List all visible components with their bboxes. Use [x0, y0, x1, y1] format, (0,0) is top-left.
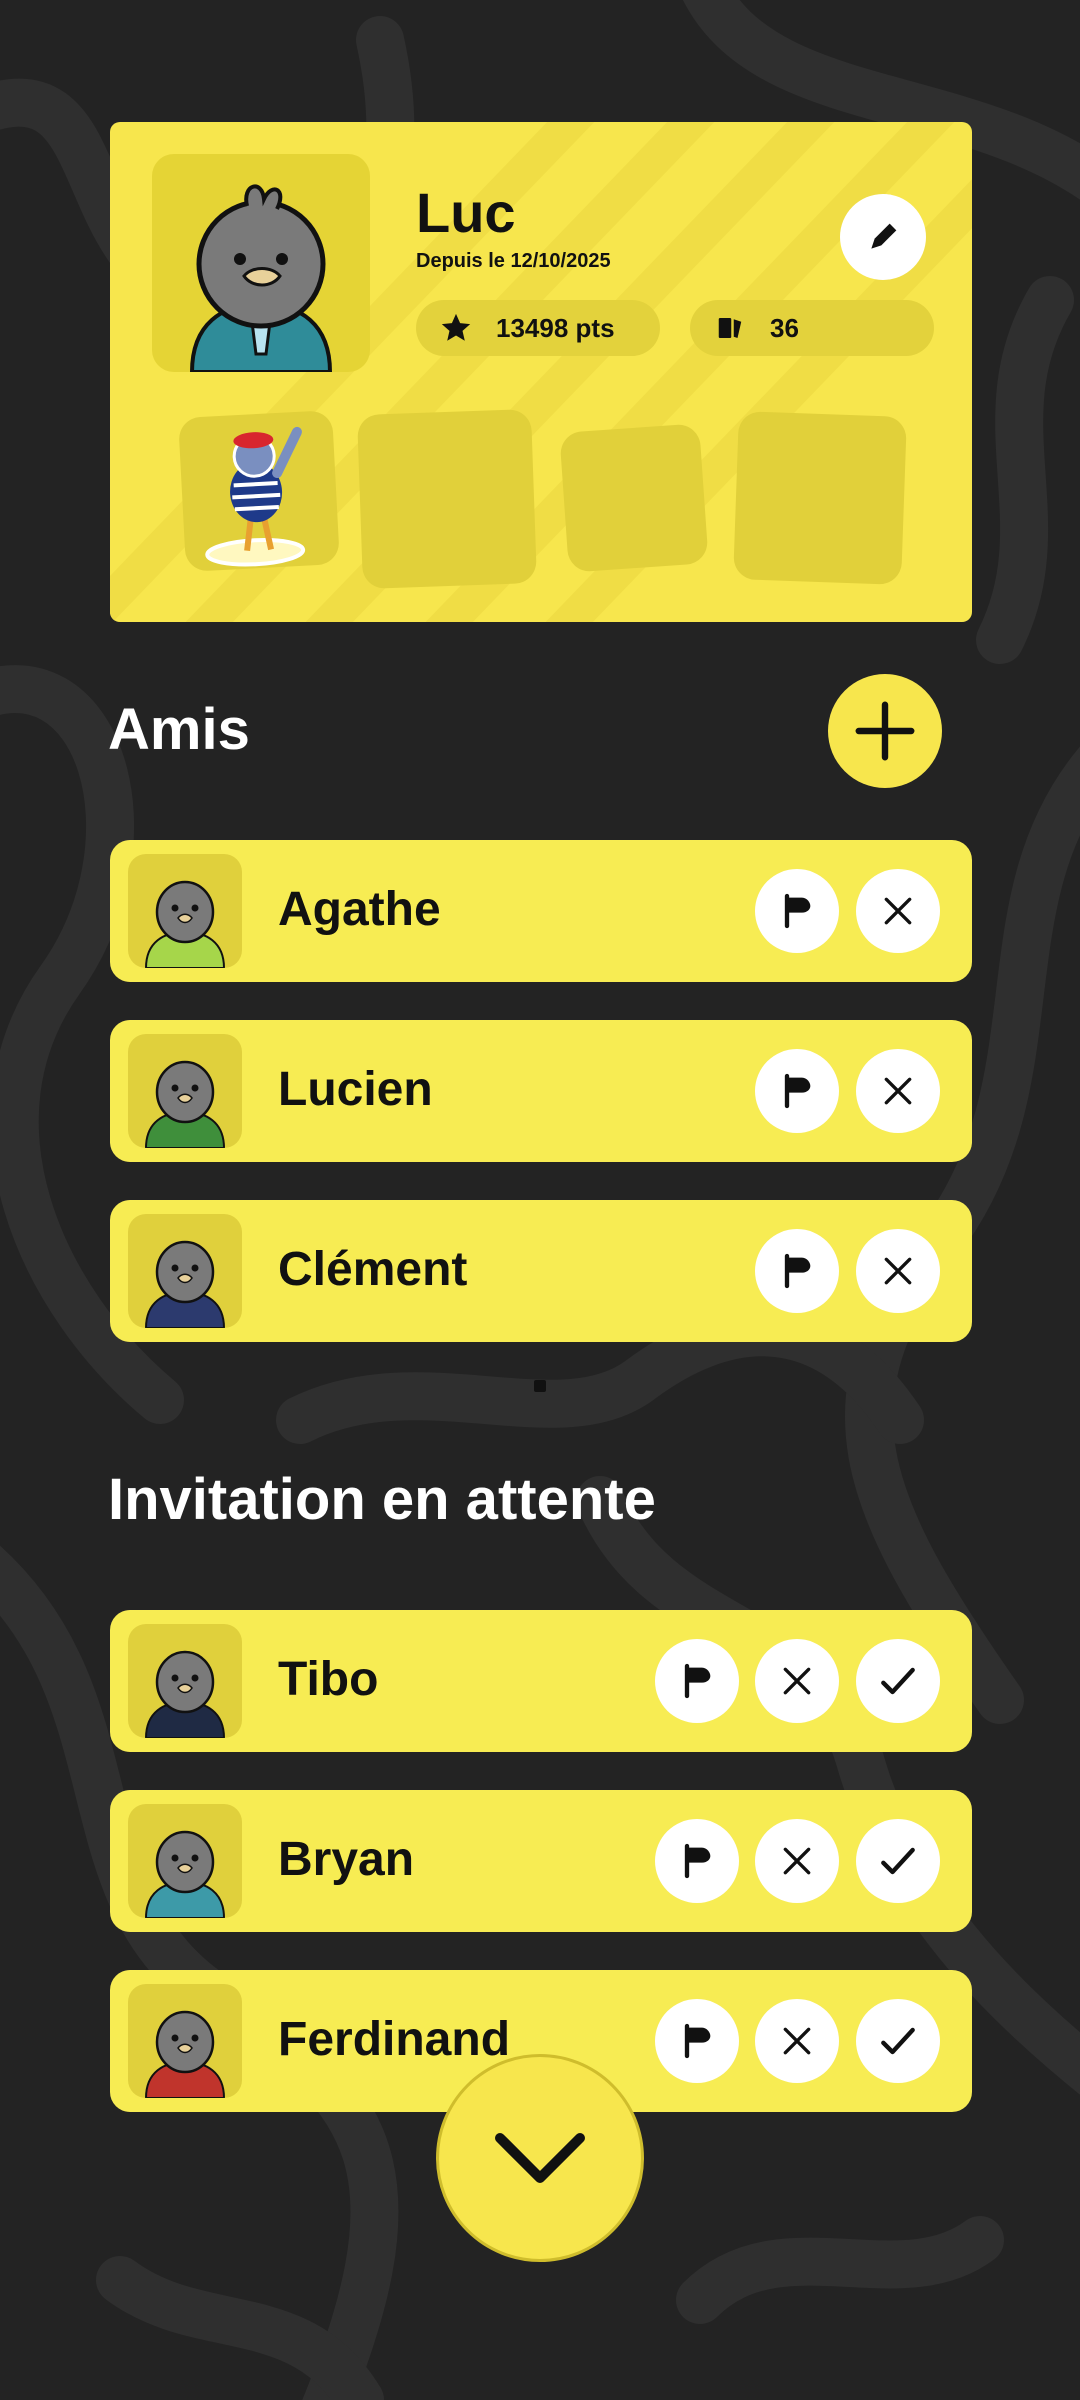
points-badge: 13498 pts	[416, 300, 660, 356]
avatar	[128, 1214, 242, 1328]
close-icon	[878, 1071, 918, 1111]
flag-icon	[777, 891, 817, 931]
flag-icon	[677, 1661, 717, 1701]
sailor-bird-sticker-icon	[205, 426, 306, 567]
avatar	[128, 1624, 242, 1738]
invitation-row[interactable]: Tibo	[110, 1610, 972, 1752]
cards-icon	[710, 308, 750, 348]
edit-profile-button[interactable]	[840, 194, 926, 280]
remove-button[interactable]	[856, 1049, 940, 1133]
contact-name: Agathe	[278, 883, 441, 936]
contact-name: Bryan	[278, 1833, 415, 1886]
friend-row[interactable]: Clément	[110, 1200, 972, 1342]
profile-avatar[interactable]	[152, 154, 370, 372]
contact-name: Clément	[278, 1243, 468, 1296]
avatar	[128, 1804, 242, 1918]
report-button[interactable]	[755, 1049, 839, 1133]
accept-button[interactable]	[856, 1819, 940, 1903]
star-icon	[436, 308, 476, 348]
check-icon	[876, 1839, 920, 1883]
accept-button[interactable]	[856, 1639, 940, 1723]
avatar	[128, 1984, 242, 2098]
avatar	[128, 1034, 242, 1148]
showcase-slot[interactable]	[178, 410, 340, 572]
remove-button[interactable]	[856, 869, 940, 953]
close-icon	[777, 2021, 817, 2061]
friend-row[interactable]: Lucien	[110, 1020, 972, 1162]
showcase-slot[interactable]	[733, 411, 907, 585]
scroll-down-button[interactable]	[436, 2054, 644, 2262]
add-friend-button[interactable]	[828, 674, 942, 788]
showcase-slot[interactable]	[357, 409, 537, 589]
friends-title: Amis	[108, 697, 250, 762]
remove-button[interactable]	[755, 1639, 839, 1723]
check-icon	[876, 1659, 920, 1703]
bird-avatar-icon	[189, 184, 333, 372]
accept-button[interactable]	[856, 1999, 940, 2083]
report-button[interactable]	[655, 1819, 739, 1903]
remove-button[interactable]	[856, 1229, 940, 1313]
close-icon	[777, 1841, 817, 1881]
invitation-row[interactable]: Bryan	[110, 1790, 972, 1932]
report-button[interactable]	[755, 869, 839, 953]
report-button[interactable]	[655, 1999, 739, 2083]
close-icon	[878, 891, 918, 931]
remove-button[interactable]	[755, 1819, 839, 1903]
pending-title: Invitation en attente	[108, 1467, 656, 1532]
contact-name: Ferdinand	[278, 2013, 511, 2066]
contact-name: Lucien	[278, 1063, 433, 1116]
check-icon	[876, 2019, 920, 2063]
separator-dot	[534, 1380, 546, 1392]
remove-button[interactable]	[755, 1999, 839, 2083]
contact-name: Tibo	[278, 1653, 379, 1706]
flag-icon	[677, 2021, 717, 2061]
points-value: 13498 pts	[496, 312, 615, 343]
showcase-slot[interactable]	[559, 423, 709, 573]
pencil-icon	[871, 223, 897, 249]
flag-icon	[777, 1071, 817, 1111]
profile-name: Luc	[416, 181, 516, 244]
flag-icon	[677, 1841, 717, 1881]
avatar	[128, 854, 242, 968]
cards-value: 36	[770, 312, 799, 343]
profile-card: Luc Depuis le 12/10/2025 13498 pts 36	[110, 122, 972, 622]
report-button[interactable]	[755, 1229, 839, 1313]
chevron-down-icon	[495, 2133, 585, 2183]
close-icon	[878, 1251, 918, 1291]
member-since: Depuis le 12/10/2025	[416, 250, 611, 272]
flag-icon	[777, 1251, 817, 1291]
plus-icon	[855, 701, 915, 761]
friend-row[interactable]: Agathe	[110, 840, 972, 982]
report-button[interactable]	[655, 1639, 739, 1723]
close-icon	[777, 1661, 817, 1701]
cards-badge: 36	[690, 300, 934, 356]
